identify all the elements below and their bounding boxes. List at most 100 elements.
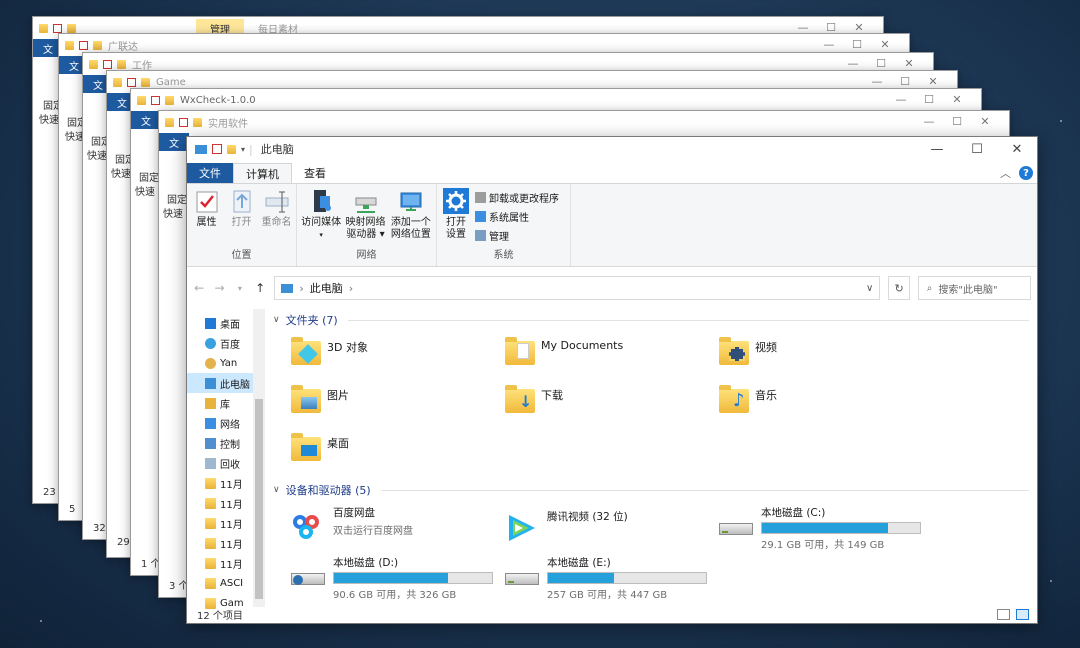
this-pc-window: ▾ | 此电脑 — ☐ ✕ 文件 计算机 查看 ︿ ? 属性 打开 重命名 位置…: [186, 136, 1038, 624]
network-icon: [205, 417, 216, 429]
folder-quick-icon[interactable]: [227, 144, 236, 154]
videos-icon: [719, 335, 749, 365]
quick-access-dropdown-icon[interactable]: ▾: [241, 145, 245, 154]
tab-computer[interactable]: 计算机: [233, 163, 292, 183]
search-input[interactable]: ⌕ 搜索"此电脑": [917, 276, 1031, 300]
large-icons-view-icon[interactable]: [1016, 609, 1029, 620]
help-icon[interactable]: ?: [1019, 166, 1033, 180]
folder-item-downloads[interactable]: ↓ 下载: [505, 383, 719, 423]
device-item-drive-c[interactable]: 本地磁盘 (C:) 29.1 GB 可用，共 149 GB: [719, 505, 933, 551]
title-bar[interactable]: ▾ | 此电脑: [187, 137, 1037, 161]
window-title: 此电脑: [260, 143, 294, 156]
map-network-drive-button[interactable]: 映射网络 驱动器 ▾: [345, 188, 386, 248]
refresh-button[interactable]: ↻: [888, 276, 910, 300]
details-view-icon[interactable]: [997, 609, 1010, 620]
system-properties-icon: [475, 211, 486, 222]
ribbon-group-location: 属性 打开 重命名 位置: [187, 184, 297, 266]
network-location-icon: [400, 192, 422, 211]
bg-quick: 快速: [111, 169, 131, 180]
chevron-down-icon[interactable]: ∨: [273, 315, 280, 325]
chevron-right-icon[interactable]: ›: [299, 282, 303, 295]
address-bar[interactable]: › 此电脑 › ∨: [274, 276, 881, 300]
nav-label: 百度: [220, 339, 240, 351]
tab-view[interactable]: 查看: [292, 163, 338, 183]
ribbon-group-system: 打开 设置 卸载或更改程序 系统属性 管理 系统: [437, 184, 571, 266]
access-media-label: 访问媒体: [301, 217, 342, 228]
folder-icon: [205, 517, 216, 529]
recent-dropdown-icon[interactable]: ▾: [234, 284, 246, 293]
bg-count: 29: [117, 537, 130, 548]
devices-section-header[interactable]: ∨ 设备和驱动器 (5): [273, 481, 1037, 499]
folder-item-videos[interactable]: 视频: [719, 335, 933, 375]
close-button[interactable]: ✕: [997, 137, 1037, 161]
minimize-button[interactable]: —: [917, 137, 957, 161]
nav-label: ASCI: [220, 577, 244, 589]
folders-section-header[interactable]: ∨ 文件夹 (7): [273, 311, 1037, 329]
manage-button[interactable]: 管理: [475, 228, 559, 243]
nav-label: 网络: [220, 419, 240, 431]
tab-file[interactable]: 文件: [187, 163, 233, 183]
address-dropdown-icon[interactable]: ∨: [866, 283, 873, 294]
properties-button[interactable]: 属性: [191, 188, 222, 248]
properties-quick-icon[interactable]: [212, 144, 222, 154]
uninstall-program-button[interactable]: 卸载或更改程序: [475, 190, 559, 205]
bg-quick: 快速: [87, 151, 107, 162]
folder-item-desktop[interactable]: 桌面: [291, 431, 505, 471]
drive-usage-fill: [548, 573, 615, 583]
drive-usage-fill: [334, 573, 448, 583]
tencent-video-icon: [505, 511, 539, 545]
dropdown-icon: ▾: [319, 231, 323, 239]
library-icon: [205, 397, 216, 409]
ribbon: 属性 打开 重命名 位置 访问媒体 ▾ 映射网络 驱动器 ▾ 添加一个 网络位置…: [187, 183, 1037, 267]
bg-quick: 快速: [39, 115, 59, 126]
back-button[interactable]: ←: [193, 281, 205, 295]
folder-icon: [205, 577, 216, 589]
scrollbar-thumb[interactable]: [255, 399, 263, 599]
folder-label: My Documents: [541, 339, 624, 352]
properties-icon: [196, 191, 217, 213]
folder-label: 视频: [755, 341, 777, 354]
bg-file-tab[interactable]: 文: [159, 133, 189, 151]
add-network-location-button[interactable]: 添加一个 网络位置: [390, 188, 432, 248]
drive-usage-bar: [547, 572, 707, 584]
music-icon: ♪: [719, 383, 749, 413]
maximize-button[interactable]: ☐: [957, 137, 997, 161]
device-item-tencent-video[interactable]: 腾讯视频 (32 位): [505, 505, 719, 551]
collapse-ribbon-icon[interactable]: ︿: [1000, 165, 1011, 181]
device-item-drive-e[interactable]: 本地磁盘 (E:) 257 GB 可用，共 447 GB: [505, 555, 719, 601]
chevron-down-icon[interactable]: ∨: [273, 485, 280, 495]
device-name: 本地磁盘 (D:): [333, 557, 399, 569]
folder-item-my-documents[interactable]: My Documents: [505, 335, 719, 375]
address-row: ← → ▾ ↑ › 此电脑 › ∨ ↻ ⌕ 搜索"此电脑": [187, 273, 1037, 303]
folder-label: 下载: [541, 389, 563, 402]
desktop-icon: [205, 317, 216, 329]
nav-scrollbar[interactable]: [253, 309, 265, 607]
nav-label: 桌面: [220, 319, 240, 331]
rename-button[interactable]: 重命名: [261, 188, 292, 248]
folders-header-label: 文件夹 (7): [285, 314, 338, 327]
nav-label: 11月: [220, 559, 243, 571]
device-sub: 双击运行百度网盘: [333, 526, 413, 537]
device-item-drive-d[interactable]: 本地磁盘 (D:) 90.6 GB 可用，共 326 GB: [291, 555, 505, 601]
open-button[interactable]: 打开: [226, 188, 257, 248]
system-properties-button[interactable]: 系统属性: [475, 209, 559, 224]
folder-item-pictures[interactable]: 图片: [291, 383, 505, 423]
folder-item-3d-objects[interactable]: 3D 对象: [291, 335, 505, 375]
folder-label: 图片: [327, 389, 349, 402]
folder-item-music[interactable]: ♪ 音乐: [719, 383, 933, 423]
up-button[interactable]: ↑: [254, 281, 266, 295]
documents-icon: [505, 335, 535, 365]
uninstall-icon: [475, 192, 486, 203]
map-drive-label-1: 映射网络: [345, 217, 386, 228]
address-path[interactable]: 此电脑: [310, 280, 343, 296]
access-media-button[interactable]: 访问媒体 ▾: [301, 188, 341, 248]
chevron-right-icon[interactable]: ›: [349, 282, 353, 295]
open-settings-button[interactable]: 打开 设置: [441, 188, 471, 248]
drive-usage-bar: [761, 522, 921, 534]
device-item-baidu-netdisk[interactable]: 百度网盘 双击运行百度网盘: [291, 505, 505, 551]
drive-space-text: 29.1 GB 可用，共 149 GB: [761, 540, 885, 551]
uninstall-label: 卸载或更改程序: [489, 194, 559, 205]
hard-drive-icon: [505, 561, 539, 595]
forward-button[interactable]: →: [213, 281, 225, 295]
bg-file-tab[interactable]: 文: [131, 111, 161, 129]
